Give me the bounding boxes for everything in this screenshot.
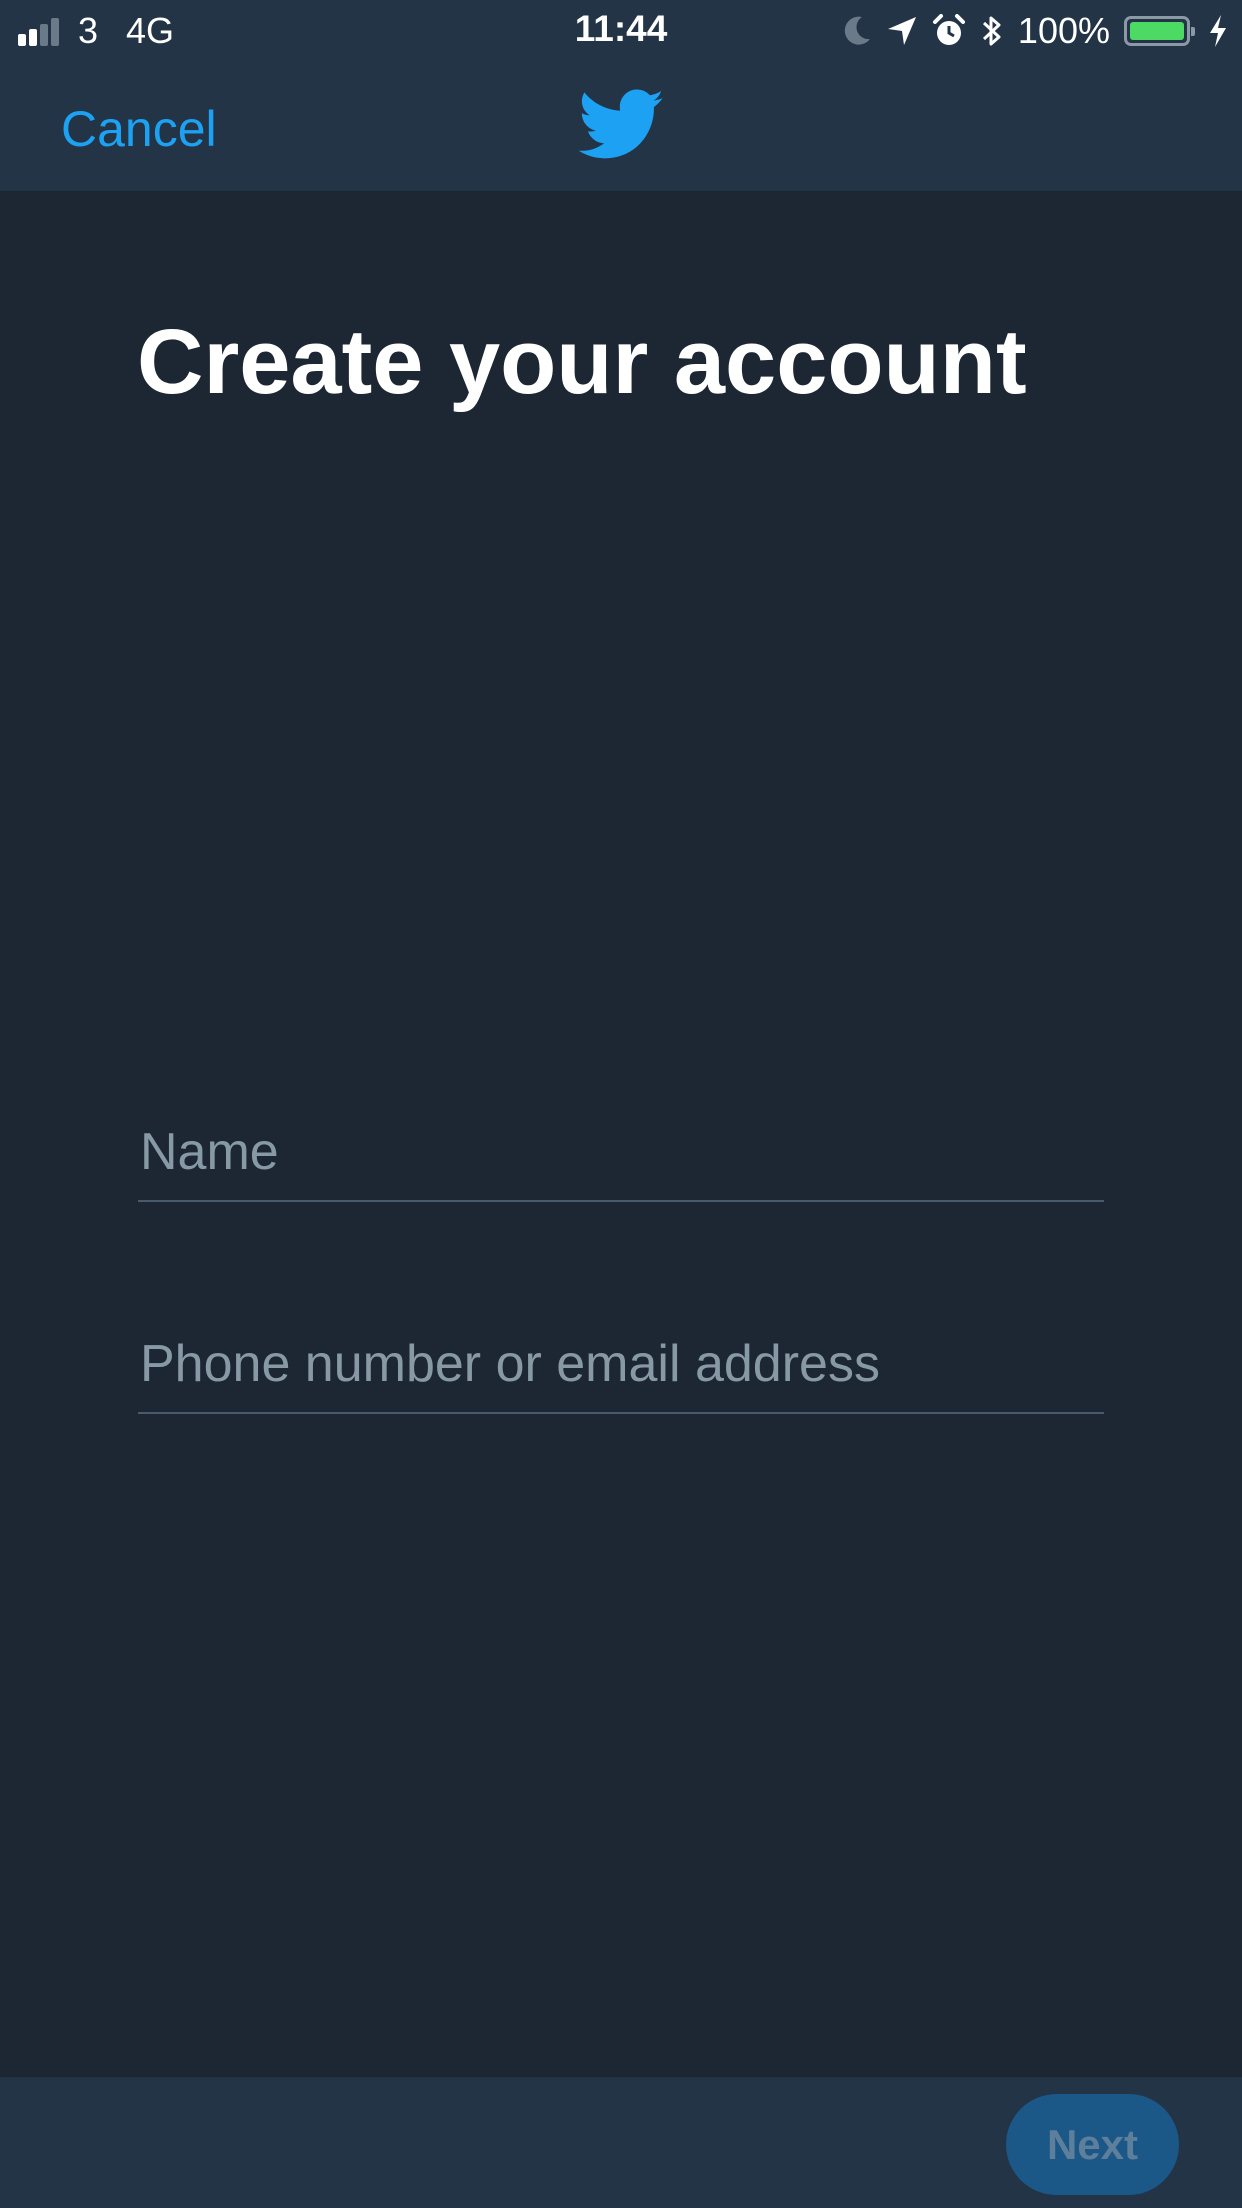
status-icons: 100% xyxy=(828,8,1228,54)
contact-field xyxy=(138,1324,1104,1414)
phone-or-email-input[interactable] xyxy=(138,1324,1104,1404)
cancel-button[interactable]: Cancel xyxy=(61,100,217,158)
status-bar: 3 4G 11:44 100% xyxy=(0,0,1242,62)
battery-icon xyxy=(1124,16,1195,46)
name-field xyxy=(138,1112,1104,1202)
bluetooth-icon xyxy=(982,16,1001,46)
signup-screen: 3 4G 11:44 100% Cancel Create your accou… xyxy=(0,0,1242,2208)
page-title: Create your account xyxy=(137,311,1027,413)
location-arrow-icon xyxy=(887,17,916,45)
navigation-bar: Cancel xyxy=(0,62,1242,192)
charging-bolt-icon xyxy=(1210,15,1226,47)
name-input[interactable] xyxy=(138,1112,1104,1192)
battery-percent: 100% xyxy=(1017,10,1110,51)
moon-icon xyxy=(844,16,870,45)
twitter-bird-icon xyxy=(579,89,664,159)
battery-fill xyxy=(1130,22,1184,40)
next-button[interactable]: Next xyxy=(1006,2094,1179,2195)
bottom-bar: Next xyxy=(0,2076,1242,2208)
alarm-icon xyxy=(932,14,965,45)
battery-tip xyxy=(1191,27,1195,36)
